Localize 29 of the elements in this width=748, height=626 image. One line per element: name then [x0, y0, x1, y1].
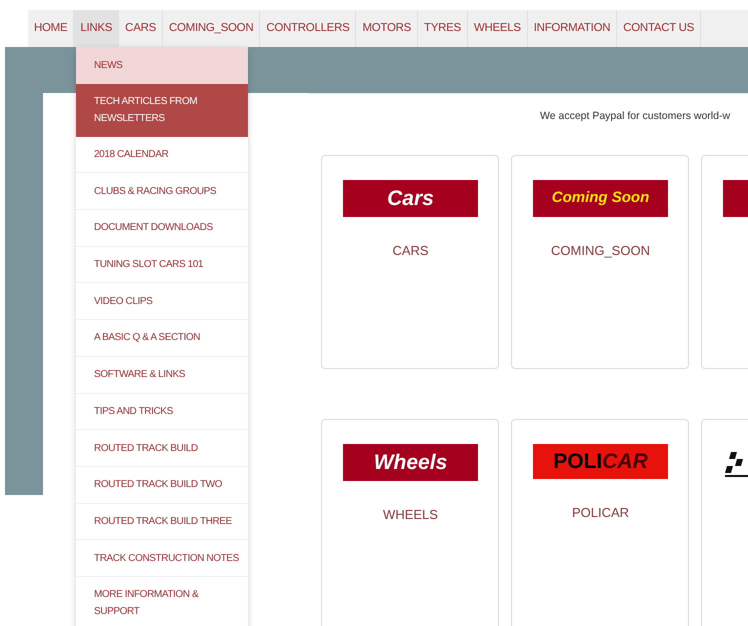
- category-card[interactable]: Cars CARS: [321, 154, 499, 369]
- dropdown-menu-item[interactable]: CLUBS & RACING GROUPS: [76, 173, 248, 210]
- dropdown-menu-item[interactable]: TIPS AND TRICKS: [76, 394, 248, 430]
- dropdown-menu-item[interactable]: MORE INFORMATION & SUPPORT: [76, 576, 248, 626]
- logo-banner: Wheels: [343, 444, 478, 481]
- category-card[interactable]: Coming Soon COMING_SOON: [511, 154, 689, 369]
- logo-banner: Cars: [343, 180, 478, 217]
- logo-banner: Coming Soon: [533, 180, 668, 217]
- dropdown-menu-item[interactable]: NEWS: [76, 47, 248, 84]
- category-label[interactable]: WHEELS: [343, 504, 478, 524]
- dropdown-menu-item[interactable]: SOFTWARE & LINKS: [76, 356, 248, 394]
- dropdown-menu-item[interactable]: TRACK CONSTRUCTION NOTES: [76, 540, 248, 577]
- dropdown-menu-item[interactable]: TUNING SLOT CARS 101: [76, 246, 248, 284]
- dropdown-menu-item[interactable]: VIDEO CLIPS: [76, 283, 248, 320]
- category-label[interactable]: COMING_SOON: [533, 240, 668, 260]
- category-card[interactable]: Wheels WHEELS: [321, 418, 499, 626]
- dropdown-menu-item[interactable]: ROUTED TRACK BUILD THREE: [76, 504, 248, 540]
- nav-link[interactable]: LINKS: [74, 10, 120, 47]
- category-label[interactable]: CARS: [343, 240, 478, 260]
- dropdown-menu-item[interactable]: TECH ARTICLES FROM NEWSLETTERS: [76, 84, 248, 137]
- dropdown-menu-item[interactable]: DOCUMENT DOWNLOADS: [76, 210, 248, 247]
- dropdown-menu-item[interactable]: ROUTED TRACK BUILD TWO: [76, 466, 248, 504]
- category-card[interactable]: POLICAR POLICAR: [511, 418, 689, 626]
- logo-banner: POLICAR: [533, 444, 668, 479]
- dropdown-menu-item[interactable]: ROUTED TRACK BUILD: [76, 430, 248, 467]
- category-label[interactable]: POLICAR: [533, 502, 668, 522]
- dropdown-menu-item[interactable]: A BASIC Q & A SECTION: [76, 320, 248, 357]
- paypal-notice: We accept Paypal for customers world-w: [540, 109, 730, 124]
- dropdown-menu-item[interactable]: 2018 CALENDAR: [76, 136, 248, 174]
